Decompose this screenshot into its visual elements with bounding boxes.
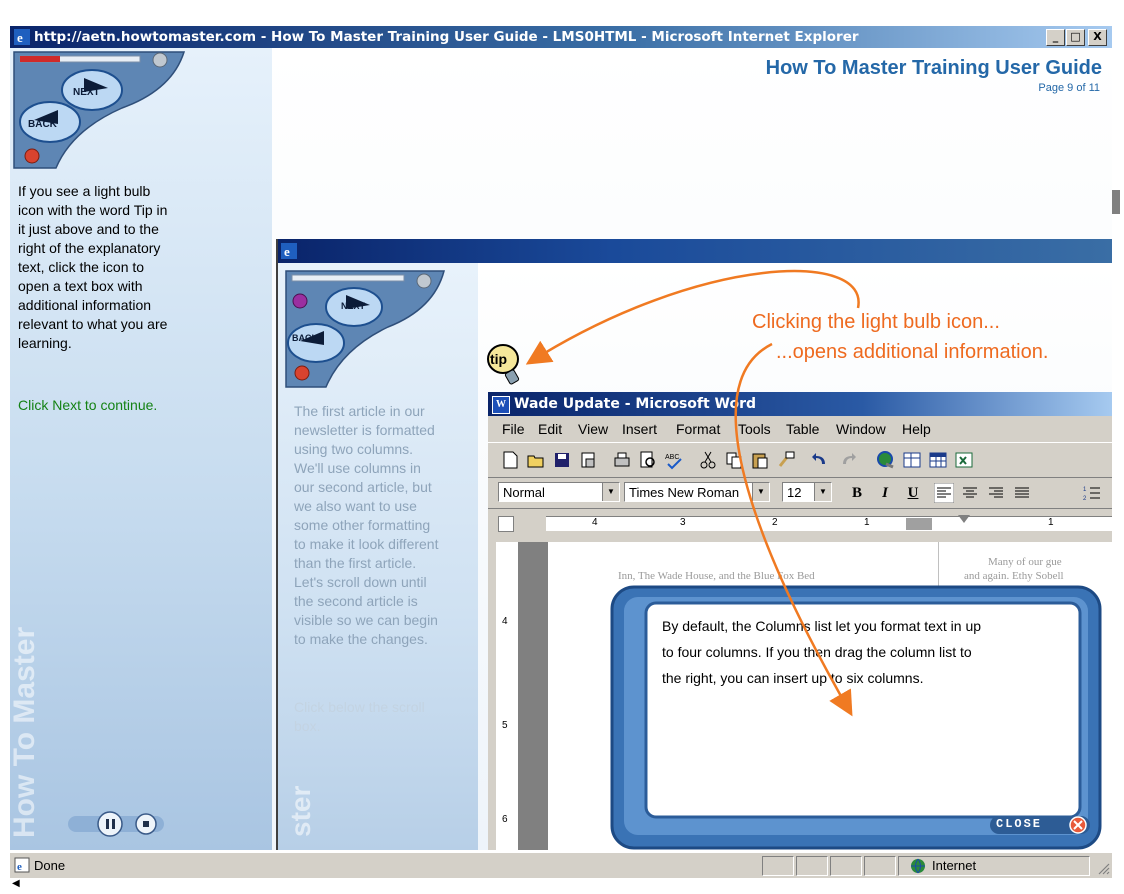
annotation-arrows <box>525 269 860 717</box>
status-panel <box>762 856 794 876</box>
status-bar: e Done Internet <box>10 852 1112 879</box>
status-panel <box>796 856 828 876</box>
bottom-edge: ◀ <box>10 878 1112 894</box>
status-panel <box>864 856 896 876</box>
window-edge <box>1112 0 1124 894</box>
status-text: Done <box>34 858 66 873</box>
scroll-left-icon[interactable]: ◀ <box>12 878 20 889</box>
scrollbar-thumb[interactable] <box>1112 190 1120 214</box>
svg-text:e: e <box>17 861 22 873</box>
status-panel <box>830 856 862 876</box>
arrow-to-tip-icon <box>525 269 860 365</box>
globe-icon <box>911 858 925 874</box>
tip-label: tip <box>490 351 507 367</box>
arrow-to-popup <box>734 342 853 717</box>
zone-text: Internet <box>932 858 977 873</box>
zone-panel <box>898 856 1090 876</box>
resize-grip-icon[interactable] <box>1096 861 1110 875</box>
page-done-icon: e <box>14 857 30 873</box>
tip-lightbulb-icon[interactable]: tip <box>487 343 523 391</box>
